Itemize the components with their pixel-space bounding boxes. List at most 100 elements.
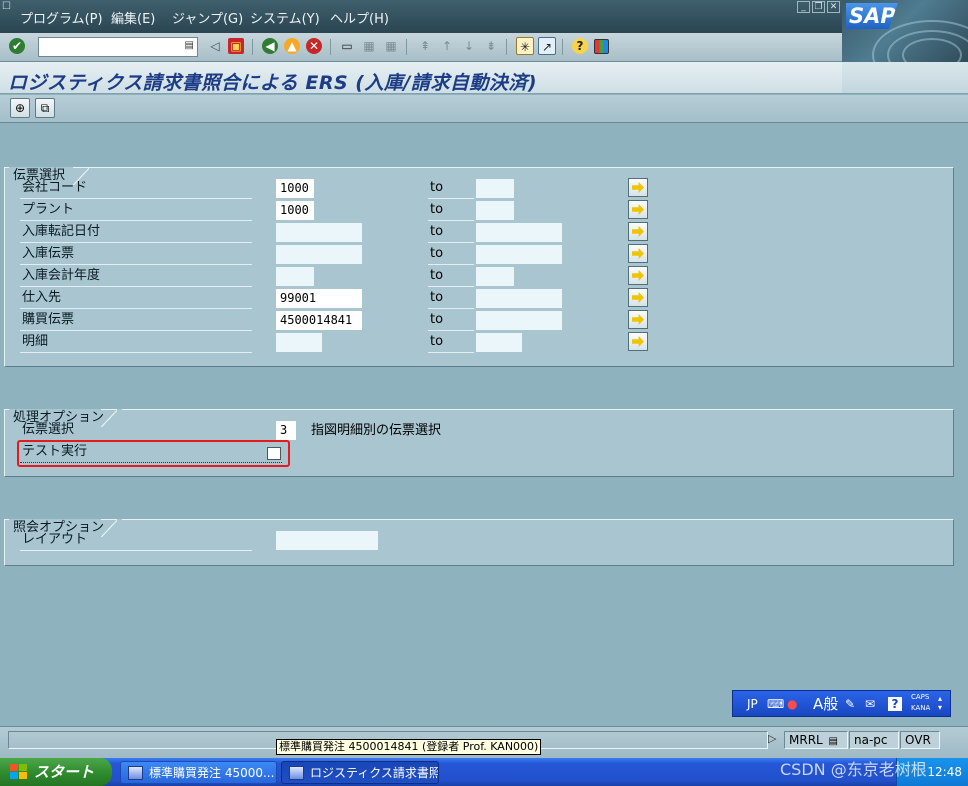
label-layout: レイアウト bbox=[20, 530, 252, 551]
taskbar-item-purchase-order[interactable]: 標準購買発注 45000... bbox=[120, 761, 277, 784]
plant-from-input[interactable]: 1000 bbox=[276, 201, 314, 220]
plant-to-input[interactable] bbox=[476, 201, 514, 220]
menu-goto[interactable]: ジャンプ(G) bbox=[172, 12, 243, 28]
last-page-icon[interactable]: ⇟ bbox=[482, 37, 500, 55]
multiple-selection-button[interactable] bbox=[628, 310, 648, 329]
windows-logo-icon bbox=[10, 764, 28, 780]
arrow-right-icon bbox=[632, 248, 644, 259]
minimize-icon[interactable]: _ bbox=[797, 1, 810, 13]
shortcut-icon[interactable]: ↗ bbox=[538, 37, 556, 55]
layout-input[interactable] bbox=[276, 531, 378, 550]
ime-language[interactable]: JP bbox=[747, 695, 758, 713]
arrow-right-icon bbox=[632, 182, 644, 193]
arrow-right-icon bbox=[632, 336, 644, 347]
toolbar-separator bbox=[506, 39, 507, 55]
find-icon[interactable]: ▦ bbox=[360, 37, 378, 55]
new-session-icon[interactable]: ✳ bbox=[516, 37, 534, 55]
doc-selection-input[interactable]: 3 bbox=[276, 421, 296, 440]
ime-options-icon[interactable]: ▴ ▾ bbox=[938, 694, 942, 712]
arrow-right-icon bbox=[632, 204, 644, 215]
exit-icon[interactable]: ▲ bbox=[284, 38, 300, 54]
gr-fiscal-year-to-input[interactable] bbox=[476, 267, 514, 286]
vendor-from-input[interactable]: 99001 bbox=[276, 289, 362, 308]
multiple-selection-button[interactable] bbox=[628, 244, 648, 263]
taskbar-item-ers[interactable]: ロジスティクス請求書照... bbox=[281, 761, 439, 784]
menu-system[interactable]: システム(Y) bbox=[250, 12, 320, 28]
sap-logo-text: SAP bbox=[846, 3, 898, 29]
label-item: 明細 bbox=[20, 332, 252, 353]
command-field[interactable]: ▤ bbox=[38, 37, 198, 57]
ime-conversion-icon[interactable]: ✎ bbox=[845, 695, 855, 713]
gr-posting-date-to-input[interactable] bbox=[476, 223, 562, 242]
ime-tools-icon[interactable]: ✉ bbox=[865, 695, 875, 713]
multiple-selection-button[interactable] bbox=[628, 222, 648, 241]
menu-edit[interactable]: 編集(E) bbox=[111, 12, 155, 28]
ime-help-icon[interactable]: ? bbox=[888, 697, 902, 711]
ime-input-mode[interactable]: A般 bbox=[813, 695, 838, 713]
status-expand-icon[interactable]: ▷ bbox=[768, 732, 776, 745]
application-toolbar: ⊕ ⧉ bbox=[0, 95, 968, 123]
back-icon[interactable]: ◁ bbox=[206, 37, 224, 55]
menu-bar: ☐ プログラム(P) 編集(E) ジャンプ(G) システム(Y) ヘルプ(H) … bbox=[0, 0, 968, 33]
vendor-to-input[interactable] bbox=[476, 289, 562, 308]
arrow-right-icon bbox=[632, 270, 644, 281]
purchasing-document-to-input[interactable] bbox=[476, 311, 562, 330]
keyboard-icon[interactable]: ⌨ bbox=[767, 695, 784, 713]
purchasing-document-from-input[interactable]: 4500014841 bbox=[276, 311, 362, 330]
status-host: na-pc bbox=[849, 731, 899, 749]
status-insert-mode[interactable]: OVR bbox=[900, 731, 940, 749]
prev-page-icon[interactable]: ↑ bbox=[438, 37, 456, 55]
label-purchasing-document: 購買伝票 bbox=[20, 310, 252, 331]
back-green-icon[interactable]: ◀ bbox=[262, 38, 278, 54]
highlight-box bbox=[17, 440, 290, 467]
item-to-input[interactable] bbox=[476, 333, 522, 352]
company-code-from-input[interactable]: 1000 bbox=[276, 179, 314, 198]
label-gr-fiscal-year: 入庫会計年度 bbox=[20, 266, 252, 287]
tooltip: 標準購買発注 4500014841 (登録者 Prof. KAN000) bbox=[276, 739, 542, 755]
help-icon[interactable]: ? bbox=[572, 38, 588, 54]
label-gr-document: 入庫伝票 bbox=[20, 244, 252, 265]
gr-document-from-input[interactable] bbox=[276, 245, 362, 264]
cancel-icon[interactable]: ✕ bbox=[306, 38, 322, 54]
toolbar-separator bbox=[252, 39, 253, 55]
toolbar-separator bbox=[562, 39, 563, 55]
menu-help[interactable]: ヘルプ(H) bbox=[330, 12, 389, 28]
gr-document-to-input[interactable] bbox=[476, 245, 562, 264]
ime-pad-icon[interactable]: ● bbox=[787, 695, 797, 713]
find-next-icon[interactable]: ▦ bbox=[382, 37, 400, 55]
to-label: to bbox=[428, 266, 474, 287]
item-from-input[interactable] bbox=[276, 333, 322, 352]
label-doc-selection: 伝票選択 bbox=[20, 420, 252, 441]
taskbar-item-label: 標準購買発注 45000... bbox=[149, 766, 275, 780]
ime-language-bar: JP ⌨ ● A般 ✎ ✉ ? CAPS KANA ▴ ▾ bbox=[732, 690, 951, 717]
menu-program[interactable]: プログラム(P) bbox=[20, 12, 103, 28]
restore-icon[interactable]: ❐ bbox=[812, 1, 825, 13]
execute-icon[interactable]: ⊕ bbox=[10, 98, 30, 118]
layout-icon[interactable] bbox=[594, 39, 609, 54]
multiple-selection-button[interactable] bbox=[628, 178, 648, 197]
close-icon[interactable]: ✕ bbox=[827, 1, 840, 13]
multiple-selection-button[interactable] bbox=[628, 288, 648, 307]
start-button[interactable]: スタート bbox=[0, 758, 112, 786]
to-label: to bbox=[428, 332, 474, 353]
gr-fiscal-year-from-input[interactable] bbox=[276, 267, 314, 286]
system-info-icon[interactable]: ▤ bbox=[829, 736, 838, 747]
multiple-selection-button[interactable] bbox=[628, 200, 648, 219]
save-icon[interactable]: ▣ bbox=[228, 38, 244, 54]
company-code-to-input[interactable] bbox=[476, 179, 514, 198]
gr-posting-date-from-input[interactable] bbox=[276, 223, 362, 242]
sap-logo: SAP bbox=[842, 0, 968, 62]
title-bar-right bbox=[842, 62, 968, 94]
first-page-icon[interactable]: ⇞ bbox=[416, 37, 434, 55]
command-history-icon[interactable]: ▤ bbox=[185, 40, 194, 51]
variant-icon[interactable]: ⧉ bbox=[35, 98, 55, 118]
next-page-icon[interactable]: ↓ bbox=[460, 37, 478, 55]
to-label: to bbox=[428, 178, 474, 199]
print-icon[interactable]: ▭ bbox=[338, 37, 356, 55]
system-menu-icon[interactable]: ☐ bbox=[2, 2, 14, 12]
enter-icon[interactable]: ✔ bbox=[9, 38, 25, 54]
sap-window-icon bbox=[289, 766, 304, 780]
multiple-selection-button[interactable] bbox=[628, 332, 648, 351]
standard-toolbar: ✔ ▤ ◁ ▣ ◀ ▲ ✕ ▭ ▦ ▦ ⇞ ↑ ↓ ⇟ ✳ ↗ ? bbox=[0, 33, 842, 62]
multiple-selection-button[interactable] bbox=[628, 266, 648, 285]
